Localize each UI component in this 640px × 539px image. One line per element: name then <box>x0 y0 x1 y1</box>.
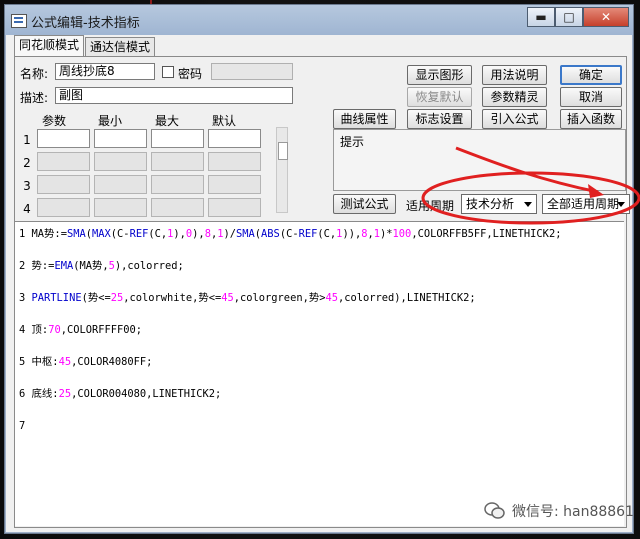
annotation-arrow <box>455 146 599 194</box>
annotation-arrowhead <box>588 184 604 198</box>
annotation-circle <box>421 171 640 225</box>
watermark-text: 微信号: han88861 <box>511 504 634 520</box>
wechat-icon <box>484 502 505 519</box>
annotation-overlay <box>421 146 640 225</box>
watermark: 微信号: han88861 <box>484 501 634 521</box>
